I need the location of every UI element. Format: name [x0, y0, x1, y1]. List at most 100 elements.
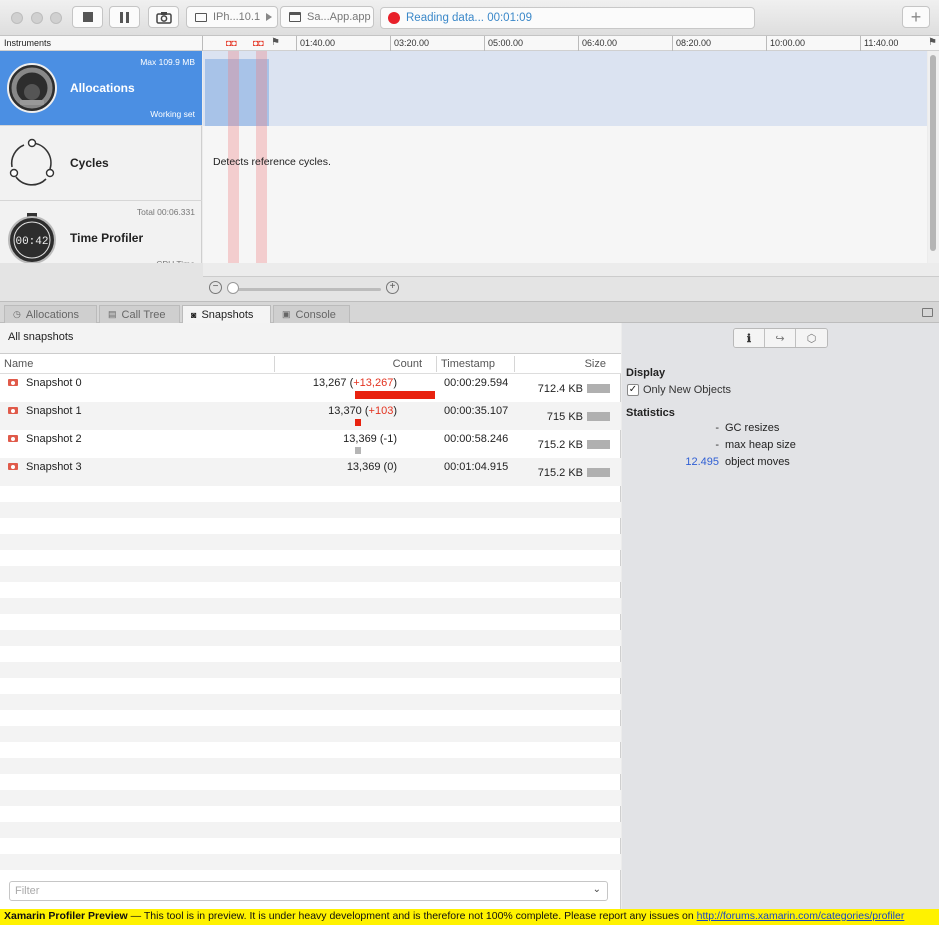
size-bar [587, 468, 610, 477]
stat-label: GC resizes [725, 422, 780, 434]
empty-row [0, 502, 621, 518]
device-label: IPh...10.1 [213, 11, 261, 23]
tick-label: 03:20.00 [394, 38, 430, 48]
redirect-arrow-icon[interactable]: ↪ [765, 329, 796, 347]
recording-status: Reading data... 00:01:09 [380, 7, 755, 29]
snapshot-timestamp: 00:00:35.107 [444, 405, 509, 417]
empty-row [0, 806, 621, 822]
snapshot-marker-icon[interactable]: ◘◘ [226, 38, 237, 48]
recording-icon [388, 12, 400, 24]
pause-button[interactable] [109, 6, 140, 28]
only-new-objects-checkbox[interactable]: ✓ [627, 384, 639, 396]
inspector-segmented-control: ℹ ↪ ⬡ [733, 328, 828, 348]
table-row[interactable]: Snapshot 2 13,369 (-1) 00:00:58.246 715.… [0, 430, 621, 458]
toolbar: IPh...10.1 Sa...App.app Reading data... … [0, 0, 939, 36]
empty-row [0, 710, 621, 726]
only-new-objects-label: Only New Objects [643, 384, 732, 396]
tab-call-tree[interactable]: ▤ Call Tree [99, 305, 180, 323]
table-row[interactable]: Snapshot 1 13,370 (+103) 00:00:35.107 71… [0, 402, 621, 430]
app-selector[interactable]: Sa...App.app [280, 6, 374, 28]
snapshot-button[interactable] [148, 6, 179, 28]
empty-row [0, 822, 621, 838]
column-name[interactable]: Name [4, 358, 33, 370]
box-icon[interactable]: ⬡ [796, 329, 827, 347]
instrument-name: Allocations [70, 81, 135, 95]
snapshot-name: Snapshot 3 [26, 461, 82, 473]
instrument-list: Max 109.9 MB Allocations Working set Cyc… [0, 51, 202, 276]
snapshot-count: 13,370 [328, 405, 362, 417]
table-row[interactable]: Snapshot 0 13,267 (+13,267) 00:00:29.594… [0, 374, 621, 402]
snapshot-timestamp: 00:00:29.594 [444, 377, 509, 389]
scrollbar-thumb[interactable] [930, 55, 936, 251]
stopwatch-digits: 00:42 [15, 236, 48, 248]
minimize-window-button[interactable] [31, 12, 43, 24]
close-window-button[interactable] [11, 12, 23, 24]
toggle-panel-icon[interactable] [922, 308, 933, 317]
stopwatch-icon: 00:42 [8, 213, 56, 264]
empty-row [0, 598, 621, 614]
flag-icon[interactable]: ⚑ [271, 37, 280, 48]
instrument-cycles[interactable]: Cycles [0, 126, 202, 201]
snapshot-delta: +13,267 [353, 377, 394, 389]
app-label: Sa...App.app [307, 11, 371, 23]
track-area[interactable]: Detects reference cycles. [203, 51, 927, 263]
display-title: Display [626, 367, 666, 379]
allocations-metric: Working set [150, 109, 195, 119]
ruler-divider [202, 36, 203, 51]
snapshot-size: 715 KB [546, 411, 583, 423]
filter-input[interactable]: Filter ⌄ [9, 881, 608, 901]
table-row[interactable]: Snapshot 3 13,369 (0) 00:01:04.915 715.2… [0, 458, 621, 486]
snapshot-icon [8, 435, 18, 442]
snapshot-size: 715.2 KB [537, 439, 583, 451]
forum-link[interactable]: http://forums.xamarin.com/categories/pro… [697, 910, 905, 922]
instrument-allocations[interactable]: Max 109.9 MB Allocations Working set [0, 51, 202, 126]
empty-row [0, 486, 621, 502]
stop-button[interactable] [72, 6, 103, 28]
preview-banner: Xamarin Profiler Preview — This tool is … [0, 909, 939, 925]
snapshot-size: 712.4 KB [537, 383, 583, 395]
zoom-window-button[interactable] [50, 12, 62, 24]
flag-icon[interactable]: ⚑ [928, 37, 937, 48]
banner-title: Xamarin Profiler Preview [4, 910, 128, 922]
empty-row [0, 566, 621, 582]
stop-icon [82, 12, 93, 22]
size-bar [587, 412, 610, 421]
status-text: Reading data... 00:01:09 [406, 12, 532, 24]
empty-row [0, 550, 621, 566]
snapshot-icon [8, 463, 18, 470]
empty-row [0, 758, 621, 774]
empty-row [0, 854, 621, 870]
play-icon [266, 13, 273, 21]
zoom-slider[interactable] [231, 288, 381, 291]
snapshot-count: 13,267 [312, 377, 347, 389]
zoom-slider-knob[interactable] [227, 282, 239, 294]
add-instrument-button[interactable]: + [902, 6, 930, 28]
empty-row [0, 678, 621, 694]
empty-row [0, 518, 621, 534]
zoom-in-icon[interactable]: + [386, 281, 399, 294]
snapshot-marker-icon[interactable]: ◘◘ [253, 38, 264, 48]
tab-console[interactable]: ▣ Console [273, 305, 350, 323]
column-count[interactable]: Count [393, 358, 422, 370]
zoom-bar: − + [203, 276, 939, 301]
column-size[interactable]: Size [585, 358, 606, 370]
tab-snapshots[interactable]: ◙ Snapshots [182, 305, 271, 323]
size-bar [587, 384, 610, 393]
detail-tabs: ◷ Allocations ▤ Call Tree ◙ Snapshots ▣ … [0, 301, 939, 323]
info-icon[interactable]: ℹ [734, 329, 765, 347]
chevron-down-icon[interactable]: ⌄ [593, 884, 601, 895]
tick-label: 08:20.00 [676, 38, 712, 48]
snapshot-icon [8, 379, 18, 386]
snapshot-count: 13,369 [343, 433, 377, 445]
snapshot-delta: 0 [387, 461, 394, 473]
tab-allocations[interactable]: ◷ Allocations [4, 305, 97, 323]
allocations-gauge-icon [7, 63, 57, 113]
column-timestamp[interactable]: Timestamp [441, 358, 495, 370]
device-selector[interactable]: IPh...10.1 [186, 6, 278, 28]
empty-row [0, 582, 621, 598]
stat-row: 12.495 object moves [622, 456, 939, 473]
count-delta-bar [355, 419, 361, 426]
snapshot-delta: +103 [368, 405, 394, 417]
track-scrollbar[interactable] [928, 51, 939, 263]
zoom-out-icon[interactable]: − [209, 281, 222, 294]
